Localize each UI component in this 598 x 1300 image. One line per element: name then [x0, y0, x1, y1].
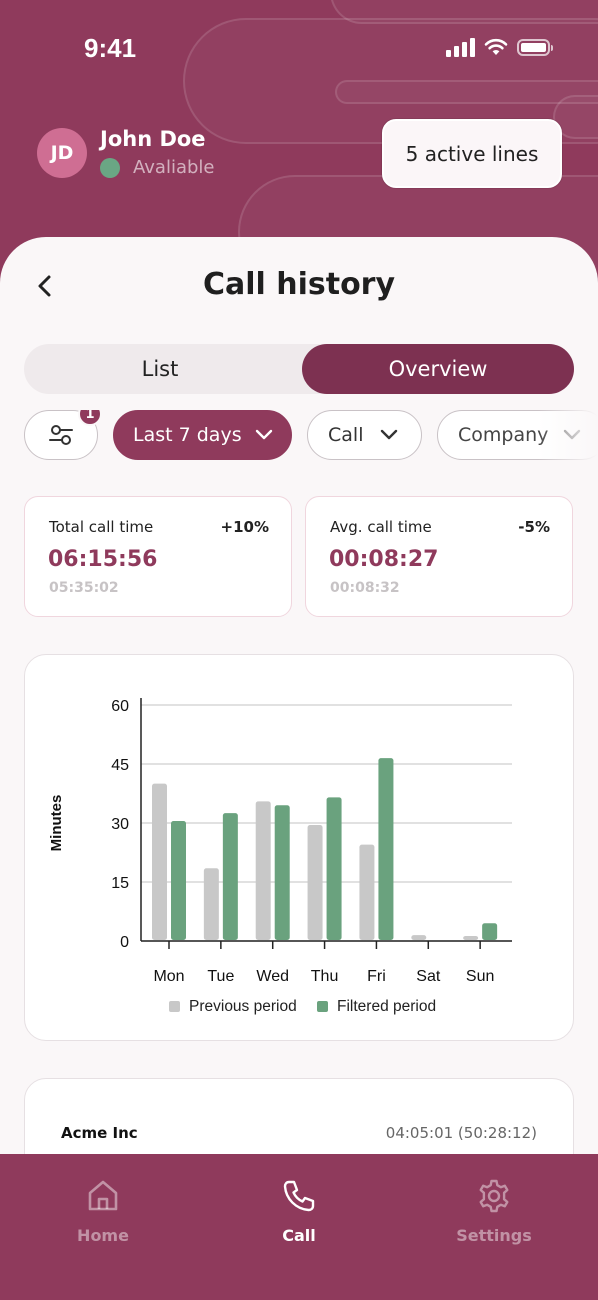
date-range-dropdown[interactable]: Last 7 days	[113, 410, 292, 460]
call-type-label: Call	[328, 424, 364, 446]
bar-previous-period	[152, 783, 167, 940]
date-range-label: Last 7 days	[133, 424, 242, 446]
nav-settings-label: Settings	[456, 1226, 532, 1245]
chart-card: 0 15 30 45 60 Minutes Mon Tue Wed Thu Fri Sat Sun Pre…	[24, 654, 574, 1041]
user-status-label: Avaliable	[133, 157, 215, 178]
user-name: John Doe	[100, 127, 206, 151]
bar-previous-period	[255, 801, 271, 940]
phone-icon	[283, 1180, 315, 1212]
nav-home[interactable]: Home	[33, 1178, 173, 1245]
y-axis-label: Minutes	[48, 795, 65, 852]
status-time: 9:41	[84, 33, 137, 63]
nav-home-label: Home	[77, 1226, 129, 1245]
nav-call[interactable]: Call	[229, 1178, 369, 1245]
x-tick-label: Tue	[207, 968, 234, 985]
tab-list[interactable]: List	[24, 344, 296, 394]
nav-settings[interactable]: Settings	[424, 1178, 564, 1245]
stat-label: Total call time	[49, 518, 154, 536]
bar-previous-period	[463, 936, 479, 940]
content-sheet: Call history List Overview 1 Last 7 days…	[0, 237, 598, 1154]
battery-icon	[517, 38, 553, 56]
stat-value: 00:08:27	[329, 547, 439, 572]
bar-chart: 0 15 30 45 60 Minutes Mon Tue Wed Thu Fri Sat Sun Pre…	[48, 698, 512, 1015]
status-bar: 9:41	[0, 0, 598, 96]
legend-swatch	[169, 1001, 180, 1012]
x-tick-label: Sun	[466, 968, 494, 985]
view-toggle: List Overview	[24, 344, 574, 394]
company-name: Acme Inc	[61, 1124, 138, 1142]
sliders-icon	[49, 425, 73, 445]
filter-bar: 1 Last 7 days Call Company	[24, 410, 598, 462]
y-tick-label: 30	[111, 816, 129, 833]
bar-filtered-period	[222, 813, 238, 940]
y-tick-label: 15	[111, 875, 129, 892]
stat-previous-value: 00:08:32	[330, 580, 400, 596]
status-icons	[446, 37, 553, 57]
legend-label: Previous period	[189, 998, 297, 1015]
stat-card-total-call-time: Total call time +10% 06:15:56 05:35:02	[24, 496, 292, 617]
x-tick-label: Fri	[367, 968, 386, 985]
stat-change: -5%	[518, 518, 550, 536]
status-dot-icon	[100, 157, 120, 178]
bar-filtered-period	[274, 805, 290, 940]
user-status: Avaliable	[100, 157, 214, 178]
y-tick-label: 60	[111, 698, 129, 715]
x-tick-label: Mon	[153, 968, 184, 985]
wifi-icon	[484, 38, 508, 55]
x-tick-label: Sat	[416, 968, 441, 985]
company-call-time: 04:05:01 (50:28:12)	[385, 1124, 537, 1142]
page-title: Call history	[202, 267, 396, 302]
legend-swatch	[317, 1001, 328, 1012]
stat-label: Avg. call time	[330, 518, 432, 536]
bar-previous-period	[203, 868, 219, 940]
tab-overview[interactable]: Overview	[302, 344, 574, 394]
stat-card-avg-call-time: Avg. call time -5% 00:08:27 00:08:32	[305, 496, 573, 617]
y-tick-label: 45	[111, 757, 129, 774]
legend-label: Filtered period	[337, 998, 436, 1015]
bar-filtered-period	[171, 821, 186, 940]
bar-filtered-period	[482, 923, 498, 940]
bar-previous-period	[307, 824, 323, 940]
home-icon	[88, 1180, 118, 1211]
chevron-down-icon	[255, 429, 272, 440]
x-tick-label: Wed	[256, 968, 289, 985]
bar-filtered-period	[326, 797, 342, 940]
bar-filtered-period	[378, 758, 394, 940]
avatar[interactable]: JD	[37, 127, 87, 178]
call-type-dropdown[interactable]: Call	[307, 410, 422, 460]
bottom-tab-bar: Home Call Settings	[0, 1154, 598, 1300]
active-lines-button[interactable]: 5 active lines	[382, 119, 562, 188]
x-tick-label: Thu	[311, 968, 339, 985]
stat-previous-value: 05:35:02	[49, 580, 119, 596]
stat-value: 06:15:56	[48, 547, 158, 572]
bar-previous-period	[411, 935, 427, 940]
scroll-fade	[538, 410, 598, 462]
gear-icon	[479, 1179, 509, 1213]
y-tick-label: 0	[120, 934, 129, 951]
bar-previous-period	[359, 844, 375, 940]
company-label: Company	[458, 424, 549, 446]
chevron-down-icon	[381, 429, 398, 440]
signal-icon	[446, 37, 475, 57]
user-profile[interactable]: JD John Doe Avaliable	[37, 127, 214, 178]
stat-change: +10%	[220, 518, 269, 536]
company-card[interactable]: Acme Inc 04:05:01 (50:28:12)	[24, 1078, 574, 1154]
nav-call-label: Call	[282, 1226, 316, 1245]
